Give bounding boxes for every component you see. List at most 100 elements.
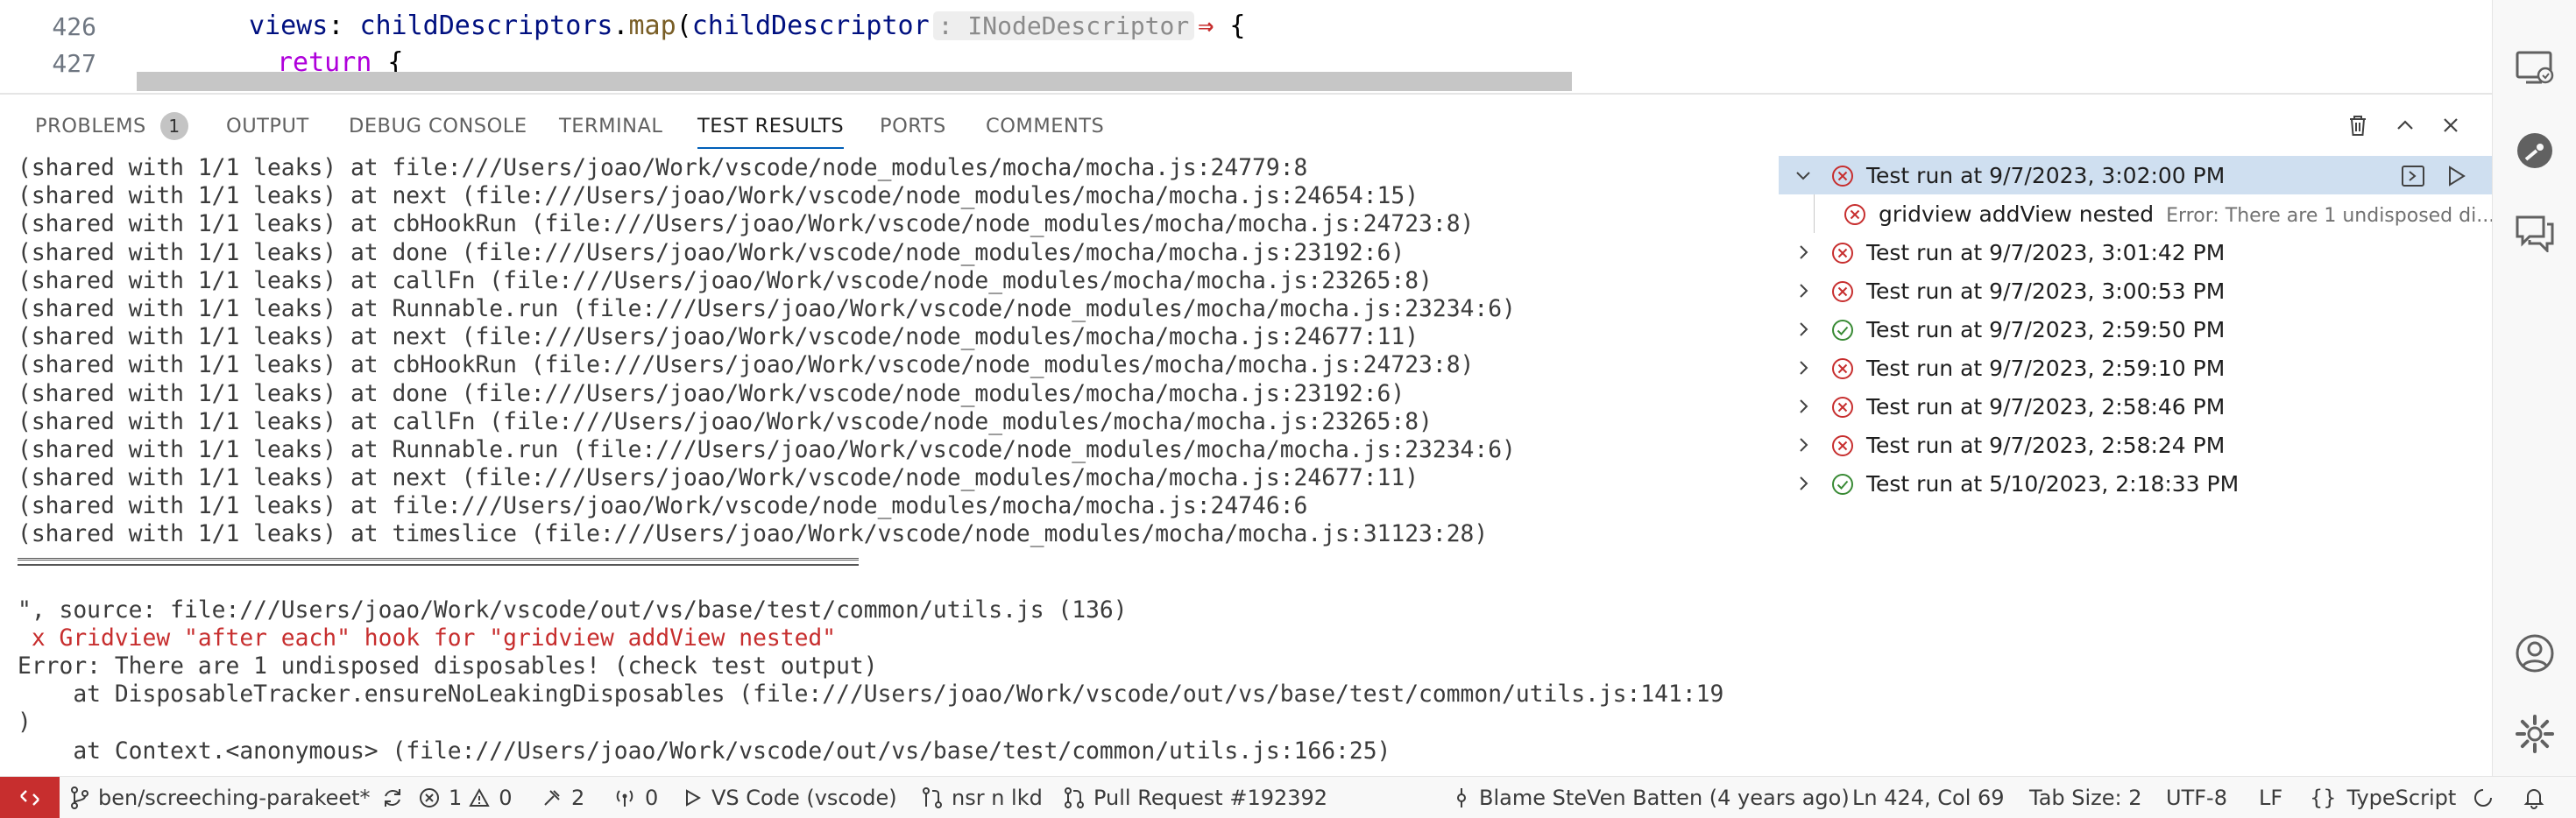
test-run-label: Test run at 9/7/2023, 2:58:24 PM — [1866, 433, 2226, 458]
eol: LF — [2259, 786, 2283, 810]
passed-status-icon — [1832, 320, 1853, 341]
close-panel-button[interactable] — [2436, 110, 2466, 140]
failed-status-icon — [1832, 243, 1853, 264]
test-run-label: Test run at 9/7/2023, 2:59:50 PM — [1866, 317, 2226, 342]
warning-icon — [469, 787, 490, 807]
run-icon[interactable] — [2446, 165, 2467, 187]
branch-status-item[interactable]: ben/screeching-parakeet* — [70, 777, 413, 818]
go-to-file-icon[interactable] — [2401, 165, 2425, 187]
debug-icon — [686, 789, 702, 807]
tools-status-item[interactable]: 2 — [541, 777, 584, 818]
tab-size: Tab Size: 2 — [2029, 786, 2142, 810]
close-icon — [2444, 118, 2458, 132]
braces-icon: {} — [2310, 786, 2337, 810]
editor[interactable]: 426 views: childDescriptors.map(childDes… — [0, 0, 2492, 91]
test-run-label: Test run at 9/7/2023, 3:02:00 PM — [1866, 163, 2226, 188]
chevron-right-icon — [1800, 322, 1808, 336]
code-token: views — [249, 11, 329, 41]
tab-label: TEST RESULTS — [697, 115, 845, 138]
test-case-label-wrap: gridview addView nested Error: There are … — [1879, 201, 2492, 227]
blame-status-item[interactable]: Blame SteVen Batten (4 years ago) — [1453, 777, 1850, 818]
git-compare-icon — [923, 787, 942, 808]
language-status-item[interactable]: {} TypeScript — [2310, 777, 2456, 818]
failed-status-icon — [1832, 358, 1853, 379]
output-line: (shared with 1/1 leaks) at done (file://… — [18, 239, 1405, 266]
output-line: (shared with 1/1 leaks) at cbHookRun (fi… — [18, 211, 1475, 238]
loading-icon — [2474, 789, 2492, 807]
encoding-status-item[interactable]: UTF-8 — [2166, 777, 2227, 818]
output-line: (shared with 1/1 leaks) at next (file://… — [18, 465, 1419, 492]
ports-status-item[interactable]: 0 — [613, 777, 658, 818]
code-token: childDescriptors — [359, 11, 613, 41]
comments-icon[interactable] — [2514, 210, 2556, 252]
pull-request-status-item[interactable]: Pull Request #192392 — [1064, 777, 1327, 818]
failed-status-icon — [1832, 397, 1853, 418]
code-token: : — [328, 11, 360, 41]
test-output[interactable]: (shared with 1/1 leaks) at file:///Users… — [18, 154, 1770, 778]
output-line: ", source: file:///Users/joao/Work/vscod… — [18, 596, 1128, 624]
test-run-item[interactable]: Test run at 9/7/2023, 3:01:42 PM — [1779, 233, 2492, 271]
remote-explorer-icon[interactable] — [2514, 46, 2556, 88]
copilot-status-item[interactable] — [2473, 777, 2502, 818]
test-run-item[interactable]: Test run at 9/7/2023, 2:58:24 PM — [1779, 426, 2492, 464]
remote-icon — [20, 790, 39, 806]
account-icon[interactable] — [2514, 632, 2556, 674]
test-run-label: Test run at 9/7/2023, 2:58:46 PM — [1866, 394, 2226, 420]
output-line-failure: x Gridview "after each" hook for "gridvi… — [18, 624, 837, 652]
pull-request-icon — [1065, 787, 1084, 808]
tools-count: 2 — [571, 786, 585, 810]
inlay-hint: : INodeDescriptor — [932, 11, 1195, 40]
tab-output[interactable]: OUTPUT — [226, 95, 309, 158]
test-run-item[interactable]: Test run at 9/7/2023, 3:00:53 PM — [1779, 271, 2492, 310]
test-run-item[interactable]: Test run at 9/7/2023, 2:59:50 PM — [1779, 310, 2492, 349]
test-run-item[interactable]: Test run at 9/7/2023, 2:59:10 PM — [1779, 349, 2492, 387]
debug-config-status-item[interactable]: VS Code (vscode) — [682, 777, 897, 818]
output-line: (shared with 1/1 leaks) at timeslice (fi… — [18, 521, 1489, 548]
language-mode: TypeScript — [2346, 786, 2457, 810]
tab-debug-console[interactable]: DEBUG CONSOLE — [349, 95, 527, 158]
tab-comments[interactable]: COMMENTS — [986, 95, 1104, 158]
output-line: (shared with 1/1 leaks) at Runnable.run … — [18, 436, 1516, 463]
code-line-426[interactable]: views: childDescriptors.map(childDescrip… — [249, 11, 1245, 41]
output-separator — [18, 557, 859, 577]
settings-gear-icon[interactable] — [2514, 713, 2556, 755]
test-case-item[interactable]: gridview addView nested Error: There are … — [1779, 194, 2492, 233]
tab-ports[interactable]: PORTS — [880, 95, 946, 158]
chevron-down-icon — [1796, 172, 1810, 180]
tools-icon — [544, 790, 560, 806]
failed-status-icon — [1832, 435, 1853, 456]
chevron-up-icon — [2397, 120, 2413, 130]
maximize-panel-button[interactable] — [2390, 110, 2420, 140]
cursor-position-status-item[interactable]: Ln 424, Col 69 — [1852, 777, 2005, 818]
output-line: (shared with 1/1 leaks) at file:///Users… — [18, 155, 1308, 181]
output-line: at DisposableTracker.ensureNoLeakingDisp… — [18, 681, 1724, 709]
test-run-item[interactable]: Test run at 5/10/2023, 2:18:33 PM — [1779, 464, 2492, 503]
branch-name: ben/screeching-parakeet* — [98, 786, 371, 810]
output-line: (shared with 1/1 leaks) at callFn (file:… — [18, 267, 1433, 294]
clear-results-button[interactable] — [2343, 110, 2373, 140]
output-line: (shared with 1/1 leaks) at cbHookRun (fi… — [18, 352, 1475, 379]
code-token: childDescriptor — [691, 11, 930, 41]
output-line: at Context.<anonymous> (file:///Users/jo… — [18, 737, 1391, 765]
test-run-item[interactable]: Test run at 9/7/2023, 2:58:46 PM — [1779, 387, 2492, 426]
horizontal-scrollbar[interactable] — [137, 72, 1572, 91]
gitlens-icon[interactable] — [2514, 130, 2556, 172]
tab-test-results[interactable]: TEST RESULTS — [697, 95, 845, 158]
git-graph-status-item[interactable]: nsr n lkd — [922, 777, 1043, 818]
test-run-item[interactable]: Test run at 9/7/2023, 3:02:00 PM — [1779, 156, 2492, 194]
notifications-status-item[interactable] — [2523, 777, 2553, 818]
failed-status-icon — [1832, 166, 1853, 187]
git-graph-text: nsr n lkd — [952, 786, 1043, 810]
tab-size-status-item[interactable]: Tab Size: 2 — [2029, 777, 2142, 818]
test-case-error: Error: There are 1 undisposed di... — [2166, 205, 2492, 227]
output-line: Error: There are 1 undisposed disposable… — [18, 653, 878, 680]
tab-terminal[interactable]: TERMINAL — [559, 95, 662, 158]
debug-config: VS Code (vscode) — [711, 786, 897, 810]
eol-status-item[interactable]: LF — [2259, 777, 2282, 818]
remote-indicator-button[interactable] — [0, 777, 60, 818]
output-line: (shared with 1/1 leaks) at Runnable.run … — [18, 295, 1516, 322]
output-line: (shared with 1/1 leaks) at done (file://… — [18, 380, 1405, 407]
problems-status-item[interactable]: 1 0 — [419, 777, 513, 818]
tab-problems[interactable]: PROBLEMS 1 — [35, 95, 188, 158]
code-token: map — [628, 11, 676, 41]
